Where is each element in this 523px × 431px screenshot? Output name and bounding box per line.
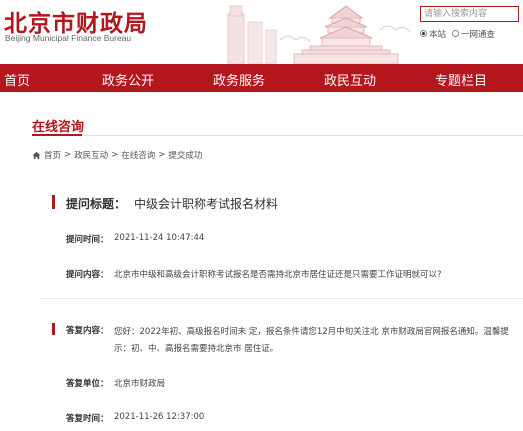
logo-subtitle: Beijing Municipal Finance Bureau	[5, 33, 132, 43]
search-scope-all[interactable]: 一网通查	[452, 28, 495, 40]
breadcrumb-online-consult[interactable]: 在线咨询	[121, 149, 155, 161]
radio-unselected-icon	[452, 30, 460, 37]
answer-unit-value: 北京市财政局	[114, 379, 166, 389]
nav-item-special-topics[interactable]: 专题栏目	[435, 70, 487, 89]
question-content-label: 提问内容：	[66, 270, 109, 280]
page-title: 在线咨询	[32, 120, 85, 135]
nav-item-interaction[interactable]: 政民互动	[324, 70, 376, 89]
question-title-label: 提问标题：	[66, 197, 127, 211]
breadcrumb-separator: >	[64, 150, 72, 160]
nav-item-home[interactable]: 首页	[4, 70, 30, 89]
home-icon	[32, 151, 41, 160]
site-header: 北京市财政局 Beijing Municipal Finance Bureau …	[0, 0, 523, 64]
nav-item-gov-services[interactable]: 政务服务	[213, 70, 265, 89]
nav-item-gov-affairs-open[interactable]: 政务公开	[102, 70, 154, 89]
breadcrumb-current: 提交成功	[168, 151, 203, 161]
breadcrumb-home[interactable]: 首页	[44, 149, 61, 161]
question-time-label: 提问时间：	[66, 235, 109, 245]
qa-divider	[40, 298, 523, 299]
temple-of-heaven-banner-image	[227, 5, 411, 64]
radio-selected-icon	[420, 30, 427, 37]
question-content-value: 北京市中级和高级会计职称考试报名是否需持北京市居住证还是只需要工作证明就可以?	[114, 270, 442, 280]
section-divider-accent	[32, 134, 82, 136]
search-scope-site[interactable]: 本站	[420, 28, 446, 40]
main-nav: 首页 政务公开 政务服务 政民互动 专题栏目	[0, 64, 523, 92]
search-input[interactable]: 请输入搜索内容	[420, 6, 519, 22]
breadcrumb-separator: >	[158, 150, 166, 160]
section-divider	[32, 135, 523, 136]
breadcrumb: 首页 > 政民互动 > 在线咨询 > 提交成功	[32, 149, 202, 161]
breadcrumb-separator: >	[111, 150, 119, 160]
answer-time-label: 答复时间：	[66, 414, 109, 424]
question-marker	[52, 195, 55, 209]
question-time-value: 2021-11-24 10:47:44	[114, 233, 205, 243]
question-title-value: 中级会计职称考试报名材料	[134, 197, 279, 211]
answer-unit-label: 答复单位：	[66, 379, 109, 389]
answer-content-label: 答复内容：	[66, 326, 109, 336]
search-scope-options: 本站 一网通查	[420, 28, 495, 40]
answer-marker	[52, 323, 55, 335]
answer-time-value: 2021-11-26 12:37:00	[114, 412, 205, 422]
answer-content-value: 您好：2022年初、高级报名时间未 定，报名条件请您12月中旬关注北 京市财政局…	[114, 327, 509, 354]
breadcrumb-interaction[interactable]: 政民互动	[74, 149, 108, 161]
